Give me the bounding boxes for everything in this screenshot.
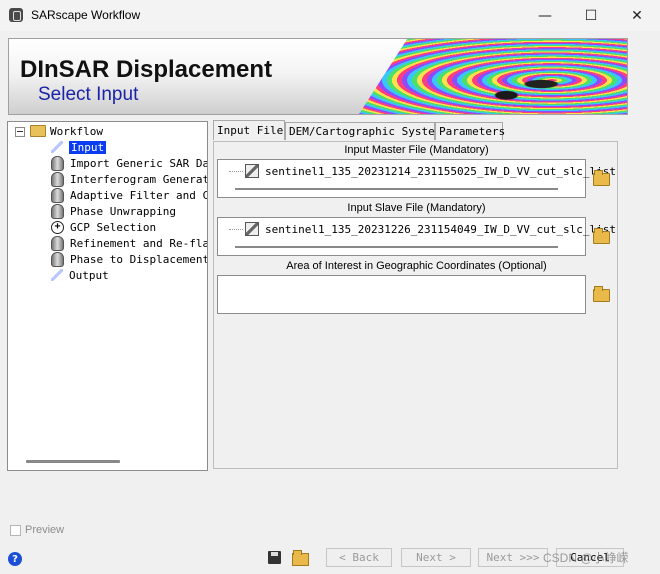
master-file-scrollbar[interactable] — [235, 188, 558, 190]
preview-checkbox-row[interactable]: Preview — [10, 524, 64, 536]
folder-open-icon — [593, 228, 610, 244]
interferogram-image — [359, 39, 627, 114]
folder-open-icon — [593, 170, 610, 186]
pencil-icon — [51, 269, 63, 281]
tab-dem-cartographic-system[interactable]: DEM/Cartographic System — [285, 122, 441, 140]
tree-item-label: Adaptive Filter and Coh — [70, 188, 208, 202]
tree-collapse-toggle[interactable] — [15, 127, 25, 137]
tree-item-label: Phase to Displacement C — [70, 252, 208, 266]
folder-open-icon — [593, 286, 610, 302]
browse-slave-button[interactable] — [592, 227, 610, 244]
master-file-list[interactable]: sentinel1_135_20231214_231155025_IW_D_VV… — [217, 159, 616, 198]
master-file-value: sentinel1_135_20231214_231155025_IW_D_VV… — [265, 164, 616, 178]
tree-item-label: Input — [69, 140, 107, 154]
folder-icon — [292, 550, 309, 566]
workflow-tree[interactable]: Workflow Input Import Generic SAR Data I… — [7, 121, 208, 471]
banner-title: DInSAR Displacement — [20, 56, 273, 83]
tree-root-workflow[interactable]: Workflow — [30, 123, 103, 139]
step-icon — [51, 251, 64, 267]
tab-parameters[interactable]: Parameters — [435, 122, 505, 140]
tree-item-adaptive-filter[interactable]: Adaptive Filter and Coh — [51, 187, 208, 203]
crosshair-plus-icon: + — [51, 220, 64, 234]
image-file-icon — [245, 164, 259, 178]
title-bar: SARscape Workflow — ☐ ✕ — [0, 0, 660, 31]
tree-item-label: Refinement and Re-flatte — [70, 236, 208, 250]
folder-open-icon — [30, 125, 46, 137]
next-all-button[interactable]: Next >>> — [478, 548, 548, 567]
step-icon — [51, 235, 64, 251]
tree-item-import-generic-sar-data[interactable]: Import Generic SAR Data — [51, 155, 208, 171]
tree-item-label: Import Generic SAR Data — [70, 156, 208, 170]
tree-item-output[interactable]: Output — [51, 267, 109, 283]
banner-subtitle: Select Input — [38, 84, 139, 105]
browse-aoi-button[interactable] — [592, 285, 610, 302]
step-icon — [51, 171, 64, 187]
tree-item-gcp-selection[interactable]: + GCP Selection — [51, 219, 156, 235]
slave-file-label: Input Slave File (Mandatory) — [347, 202, 486, 214]
input-file-panel: Input Master File (Mandatory) sentinel1_… — [213, 141, 618, 469]
help-icon[interactable]: ? — [8, 552, 22, 566]
tree-item-label: Output — [69, 268, 109, 282]
preview-checkbox[interactable] — [10, 524, 21, 536]
image-file-icon — [245, 222, 259, 236]
browse-master-button[interactable] — [592, 169, 610, 186]
slave-file-scrollbar[interactable] — [235, 246, 558, 248]
window-title: SARscape Workflow — [31, 8, 141, 22]
header-banner: DInSAR Displacement Select Input — [8, 38, 628, 115]
master-file-entry[interactable]: sentinel1_135_20231214_231155025_IW_D_VV… — [229, 164, 616, 178]
tree-item-phase-unwrapping[interactable]: Phase Unwrapping — [51, 203, 176, 219]
slave-file-list[interactable]: sentinel1_135_20231226_231154049_IW_D_VV… — [217, 217, 616, 256]
tree-horizontal-scrollbar[interactable] — [26, 460, 120, 463]
aoi-label: Area of Interest in Geographic Coordinat… — [286, 260, 547, 272]
maximize-button[interactable]: ☐ — [568, 0, 614, 31]
tab-input-file[interactable]: Input File — [213, 120, 285, 140]
step-icon — [51, 187, 64, 203]
back-button[interactable]: < Back — [326, 548, 392, 567]
next-button[interactable]: Next > — [401, 548, 471, 567]
slave-file-entry[interactable]: sentinel1_135_20231226_231154049_IW_D_VV… — [229, 222, 616, 236]
master-file-label: Input Master File (Mandatory) — [344, 144, 489, 156]
tree-root-label: Workflow — [50, 124, 103, 138]
tree-item-refinement[interactable]: Refinement and Re-flatte — [51, 235, 208, 251]
preview-label: Preview — [25, 524, 65, 536]
minimize-button[interactable]: — — [522, 0, 568, 31]
step-icon — [51, 203, 64, 219]
cancel-button[interactable]: Cancel — [556, 548, 624, 567]
aoi-file-list[interactable] — [217, 275, 586, 314]
tree-item-label: Interferogram Generation — [70, 172, 208, 186]
tree-item-label: Phase Unwrapping — [70, 204, 176, 218]
slave-file-value: sentinel1_135_20231226_231154049_IW_D_VV… — [265, 222, 616, 236]
save-icon[interactable] — [268, 551, 281, 564]
step-icon — [51, 155, 64, 171]
close-button[interactable]: ✕ — [614, 0, 660, 31]
pencil-icon — [51, 141, 63, 153]
app-icon — [9, 8, 23, 22]
tree-item-input[interactable]: Input — [51, 139, 107, 155]
open-folder-icon[interactable] — [291, 549, 309, 566]
tree-item-phase-to-displacement[interactable]: Phase to Displacement C — [51, 251, 208, 267]
tree-item-interferogram-generation[interactable]: Interferogram Generation — [51, 171, 208, 187]
tree-item-label: GCP Selection — [70, 220, 157, 234]
